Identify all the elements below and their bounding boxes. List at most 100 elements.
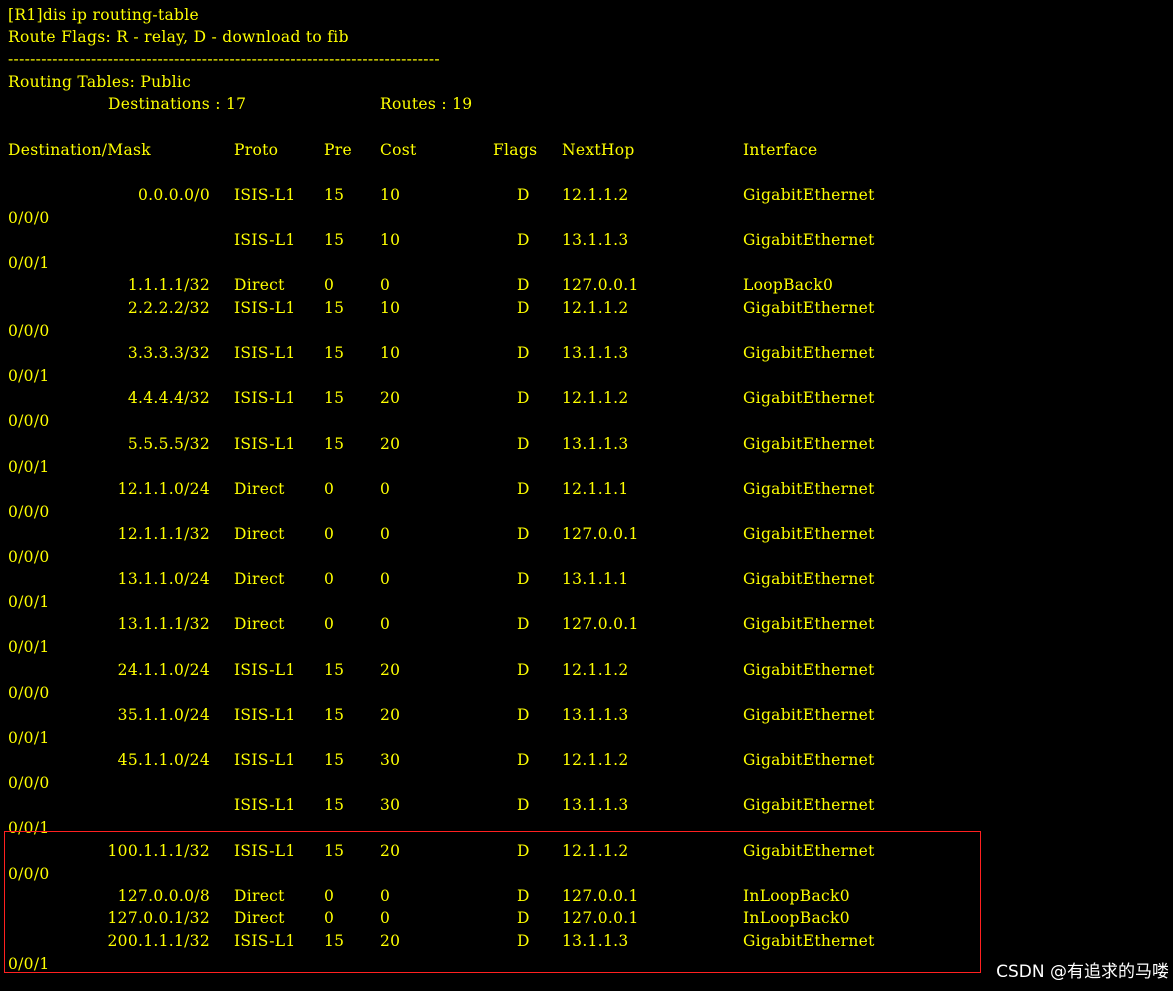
route-pre: 15 (324, 751, 345, 769)
route-cost: 0 (380, 615, 391, 633)
route-flags: D (517, 842, 530, 860)
route-proto: ISIS-L1 (234, 661, 296, 679)
route-nexthop: 13.1.1.1 (562, 570, 629, 588)
route-cost: 10 (380, 299, 401, 317)
routing-tables-text: Routing Tables: Public (8, 73, 192, 91)
interface-port-text: 0/0/1 (8, 819, 50, 837)
route-destination: 2.2.2.2/32 (127, 299, 210, 317)
route-cost: 30 (380, 796, 401, 814)
route-nexthop: 13.1.1.3 (562, 706, 629, 724)
route-row: ISIS-L1 15 10 D 13.1.1.3 GigabitEthernet (0, 229, 1000, 251)
route-row: ISIS-L1 15 30 D 13.1.1.3 GigabitEthernet (0, 794, 1000, 816)
route-cost: 30 (380, 751, 401, 769)
route-cost: 0 (380, 570, 391, 588)
interface-port-text: 0/0/0 (8, 412, 50, 430)
route-cost: 20 (380, 706, 401, 724)
interface-port-text: 0/0/1 (8, 593, 50, 611)
interface-port-text: 0/0/0 (8, 209, 50, 227)
route-iface: GigabitEthernet (743, 389, 875, 407)
route-proto: Direct (234, 480, 285, 498)
summary-line: Destinations : 17 Routes : 19 (0, 93, 700, 115)
route-row: 5.5.5.5/32 ISIS-L1 15 20 D 13.1.1.3 GigabitEth… (0, 433, 1000, 455)
route-row: 24.1.1.0/24 ISIS-L1 15 20 D 12.1.1.2 GigabitEt… (0, 659, 1000, 681)
route-iface: GigabitEthernet (743, 480, 875, 498)
route-nexthop: 12.1.1.2 (562, 186, 629, 204)
route-nexthop: 12.1.1.2 (562, 751, 629, 769)
route-cost: 0 (380, 525, 391, 543)
route-proto: Direct (234, 525, 285, 543)
route-proto: ISIS-L1 (234, 706, 296, 724)
route-iface: GigabitEthernet (743, 186, 875, 204)
header-pre: Pre (324, 141, 352, 159)
route-pre: 15 (324, 842, 345, 860)
route-proto: ISIS-L1 (234, 299, 296, 317)
route-flags: D (517, 344, 530, 362)
route-nexthop: 12.1.1.2 (562, 842, 629, 860)
route-proto: ISIS-L1 (234, 932, 296, 950)
route-destination: 13.1.1.0/24 (117, 570, 210, 588)
command-line: [R1]dis ip routing-table (0, 4, 199, 26)
route-nexthop: 13.1.1.3 (562, 344, 629, 362)
route-row: 2.2.2.2/32 ISIS-L1 15 10 D 12.1.1.2 GigabitEth… (0, 297, 1000, 319)
route-iface: InLoopBack0 (743, 909, 850, 927)
route-nexthop: 127.0.0.1 (562, 615, 639, 633)
route-cost: 20 (380, 435, 401, 453)
route-nexthop: 13.1.1.3 (562, 932, 629, 950)
route-destination: 1.1.1.1/32 (127, 276, 210, 294)
watermark: CSDN @有追求的马喽 (996, 962, 1169, 982)
route-nexthop: 127.0.0.1 (562, 909, 639, 927)
route-destination: 35.1.1.0/24 (117, 706, 210, 724)
route-cost: 0 (380, 480, 391, 498)
route-iface: GigabitEthernet (743, 525, 875, 543)
route-iface: GigabitEthernet (743, 796, 875, 814)
route-destination: 3.3.3.3/32 (127, 344, 210, 362)
route-pre: 15 (324, 435, 345, 453)
route-row: 0.0.0.0/0 ISIS-L1 15 10 D 12.1.1.2 GigabitEthe… (0, 184, 1000, 206)
route-row: 4.4.4.4/32 ISIS-L1 15 20 D 12.1.1.2 GigabitEth… (0, 387, 1000, 409)
route-cost: 20 (380, 389, 401, 407)
route-destination: 5.5.5.5/32 (127, 435, 210, 453)
route-flags: D (517, 706, 530, 724)
route-pre: 15 (324, 344, 345, 362)
interface-port-text: 0/0/0 (8, 684, 50, 702)
route-pre: 15 (324, 186, 345, 204)
terminal-window[interactable]: [R1]dis ip routing-table Route Flags: R … (0, 0, 1173, 991)
route-nexthop: 12.1.1.1 (562, 480, 629, 498)
route-proto: Direct (234, 570, 285, 588)
route-row: 12.1.1.0/24 Direct 0 0 D 12.1.1.1 GigabitEther… (0, 478, 1000, 500)
route-iface: GigabitEthernet (743, 842, 875, 860)
route-flags: D (517, 299, 530, 317)
route-destination: 100.1.1.1/32 (107, 842, 210, 860)
route-row: 13.1.1.0/24 Direct 0 0 D 13.1.1.1 GigabitEther… (0, 568, 1000, 590)
route-flags: D (517, 435, 530, 453)
route-row: 1.1.1.1/32 Direct 0 0 D 127.0.0.1 LoopBack0 (0, 274, 1000, 296)
route-pre: 0 (324, 525, 335, 543)
separator-line: ----------------------------------------… (0, 48, 440, 70)
route-iface: GigabitEthernet (743, 751, 875, 769)
route-nexthop: 12.1.1.2 (562, 389, 629, 407)
interface-port-text: 0/0/0 (8, 774, 50, 792)
route-cost: 10 (380, 231, 401, 249)
header-destination: Destination/Mask (8, 141, 151, 159)
route-pre: 0 (324, 480, 335, 498)
route-row: 12.1.1.1/32 Direct 0 0 D 127.0.0.1 GigabitEthe… (0, 523, 1000, 545)
route-pre: 15 (324, 299, 345, 317)
route-cost: 20 (380, 661, 401, 679)
route-flags: D (517, 796, 530, 814)
route-destination: 127.0.0.0/8 (117, 887, 210, 905)
route-destination: 200.1.1.1/32 (107, 932, 210, 950)
route-destination: 127.0.0.1/32 (107, 909, 210, 927)
route-flags-text: Route Flags: R - relay, D - download to … (8, 28, 349, 46)
route-row: 127.0.0.0/8 Direct 0 0 D 127.0.0.1 InLoopBack0 (0, 885, 1000, 907)
route-iface: GigabitEthernet (743, 661, 875, 679)
route-flags: D (517, 570, 530, 588)
route-nexthop: 12.1.1.2 (562, 299, 629, 317)
route-proto: ISIS-L1 (234, 842, 296, 860)
command-text: [R1]dis ip routing-table (8, 6, 199, 24)
route-destination: 4.4.4.4/32 (127, 389, 210, 407)
route-flags: D (517, 932, 530, 950)
route-destination: 13.1.1.1/32 (117, 615, 210, 633)
route-proto: Direct (234, 615, 285, 633)
route-proto: Direct (234, 887, 285, 905)
route-iface: GigabitEthernet (743, 231, 875, 249)
